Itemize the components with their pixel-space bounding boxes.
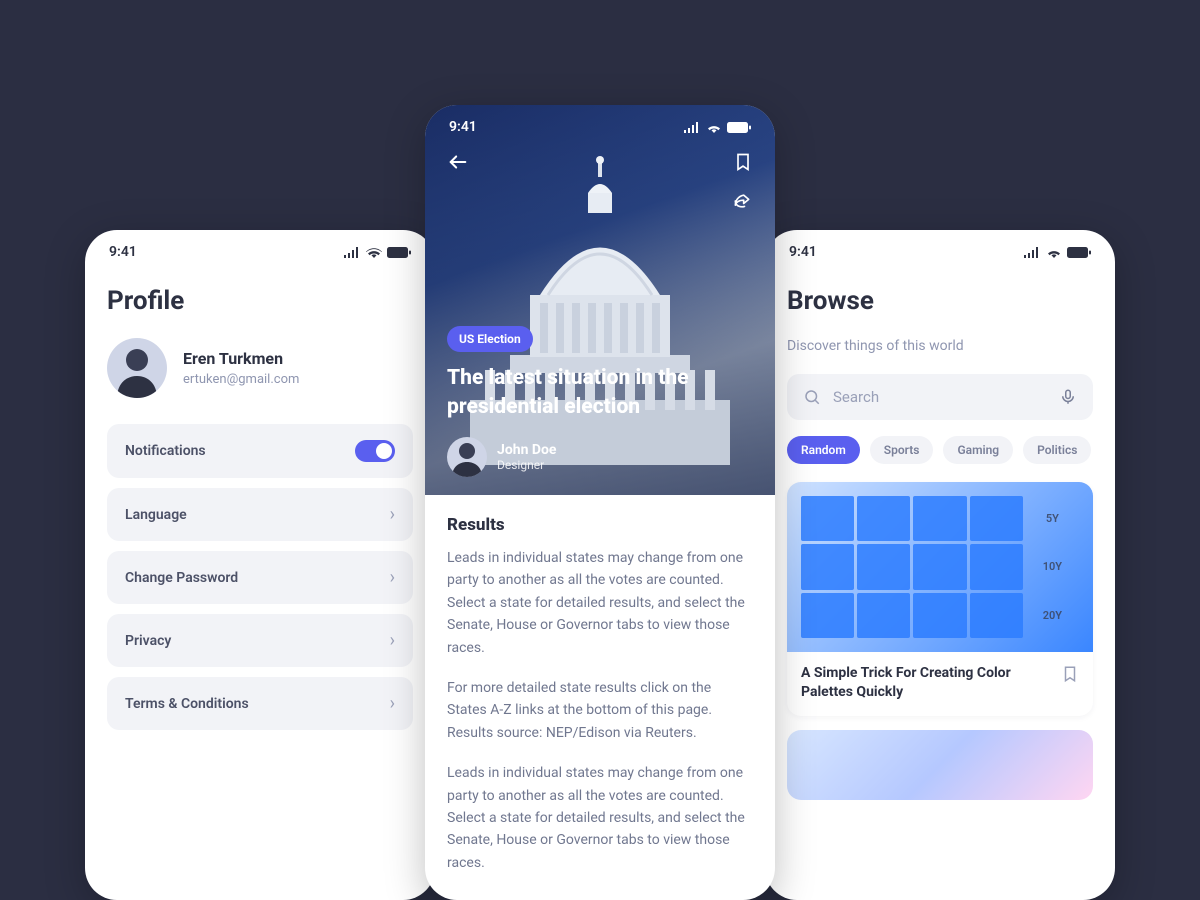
microphone-icon[interactable] — [1059, 388, 1077, 406]
chevron-right-icon: › — [390, 630, 395, 651]
status-time: 9:41 — [789, 244, 817, 260]
avatar — [107, 338, 167, 398]
article-paragraph: For more detailed state results click on… — [447, 677, 753, 744]
settings-item-language[interactable]: Language › — [107, 488, 413, 541]
settings-list: Notifications Language › Change Password… — [107, 424, 413, 730]
arrow-left-icon — [447, 151, 469, 173]
wifi-icon — [1046, 247, 1062, 258]
article-card[interactable]: 5Y 10Y 20Y A Simple Trick For Creating C… — [787, 482, 1093, 716]
article-title: The latest situation in the presidential… — [447, 364, 753, 421]
author-row[interactable]: John Doe Designer — [447, 437, 753, 477]
bookmark-icon — [733, 151, 753, 173]
wifi-icon — [366, 247, 382, 258]
share-icon — [731, 191, 753, 211]
settings-item-label: Terms & Conditions — [125, 696, 249, 712]
status-bar: 9:41 — [425, 105, 775, 141]
settings-item-privacy[interactable]: Privacy › — [107, 614, 413, 667]
battery-icon — [727, 122, 751, 133]
battery-icon — [1067, 247, 1091, 258]
card-image: 5Y 10Y 20Y — [787, 482, 1093, 652]
settings-item-label: Privacy — [125, 633, 171, 649]
author-name: John Doe — [497, 442, 556, 458]
search-input[interactable]: Search — [787, 374, 1093, 420]
chevron-right-icon: › — [390, 504, 395, 525]
wifi-icon — [706, 122, 722, 133]
chip-random[interactable]: Random — [787, 436, 860, 464]
status-icons — [684, 122, 751, 133]
signal-icon — [684, 122, 701, 133]
phone-profile: 9:41 Profile Eren Turkmen ertuken@gmail.… — [85, 230, 435, 900]
category-tag[interactable]: US Election — [447, 326, 533, 352]
status-bar: 9:41 — [85, 230, 435, 266]
avatar — [447, 437, 487, 477]
search-placeholder: Search — [833, 388, 1047, 406]
profile-user-row[interactable]: Eren Turkmen ertuken@gmail.com — [107, 338, 413, 398]
article-paragraph: Leads in individual states may change fr… — [447, 762, 753, 874]
share-button[interactable] — [731, 191, 753, 215]
article-hero: 9:41 US Election The latest si — [425, 105, 775, 495]
signal-icon — [344, 247, 361, 258]
page-subtitle: Discover things of this world — [787, 338, 1093, 354]
chip-politics[interactable]: Politics — [1023, 436, 1091, 464]
section-heading: Results — [447, 515, 753, 535]
status-icons — [1024, 247, 1091, 258]
bookmark-icon[interactable] — [1061, 664, 1079, 684]
page-title: Profile — [107, 286, 413, 316]
signal-icon — [1024, 247, 1041, 258]
status-icons — [344, 247, 411, 258]
battery-icon — [387, 247, 411, 258]
status-time: 9:41 — [449, 119, 477, 135]
author-role: Designer — [497, 458, 556, 472]
bookmark-button[interactable] — [733, 151, 753, 177]
settings-item-notifications[interactable]: Notifications — [107, 424, 413, 478]
back-button[interactable] — [447, 151, 469, 177]
palette-swatches: 5Y 10Y 20Y — [801, 496, 1079, 638]
profile-user-name: Eren Turkmen — [183, 349, 299, 368]
settings-item-terms[interactable]: Terms & Conditions › — [107, 677, 413, 730]
settings-item-label: Notifications — [125, 443, 206, 459]
category-chips: Random Sports Gaming Politics — [787, 436, 1093, 464]
search-icon — [803, 388, 821, 406]
palette-label: 10Y — [1026, 544, 1079, 589]
profile-user-email: ertuken@gmail.com — [183, 372, 299, 387]
chevron-right-icon: › — [390, 567, 395, 588]
phone-article: 9:41 US Election The latest si — [425, 105, 775, 900]
chip-gaming[interactable]: Gaming — [943, 436, 1013, 464]
article-paragraph: Leads in individual states may change fr… — [447, 547, 753, 659]
settings-item-label: Change Password — [125, 570, 238, 586]
chip-sports[interactable]: Sports — [870, 436, 934, 464]
status-bar: 9:41 — [765, 230, 1115, 266]
palette-label: 20Y — [1026, 593, 1079, 638]
status-time: 9:41 — [109, 244, 137, 260]
palette-label: 5Y — [1026, 496, 1079, 541]
article-card-secondary[interactable] — [787, 730, 1093, 800]
card-title: A Simple Trick For Creating Color Palett… — [801, 664, 1051, 702]
page-title: Browse — [787, 286, 1093, 316]
chevron-right-icon: › — [390, 693, 395, 714]
settings-item-change-password[interactable]: Change Password › — [107, 551, 413, 604]
settings-item-label: Language — [125, 507, 187, 523]
phone-browse: 9:41 Browse Discover things of this worl… — [765, 230, 1115, 900]
toggle-switch[interactable] — [355, 440, 395, 462]
article-body[interactable]: Results Leads in individual states may c… — [425, 495, 775, 874]
